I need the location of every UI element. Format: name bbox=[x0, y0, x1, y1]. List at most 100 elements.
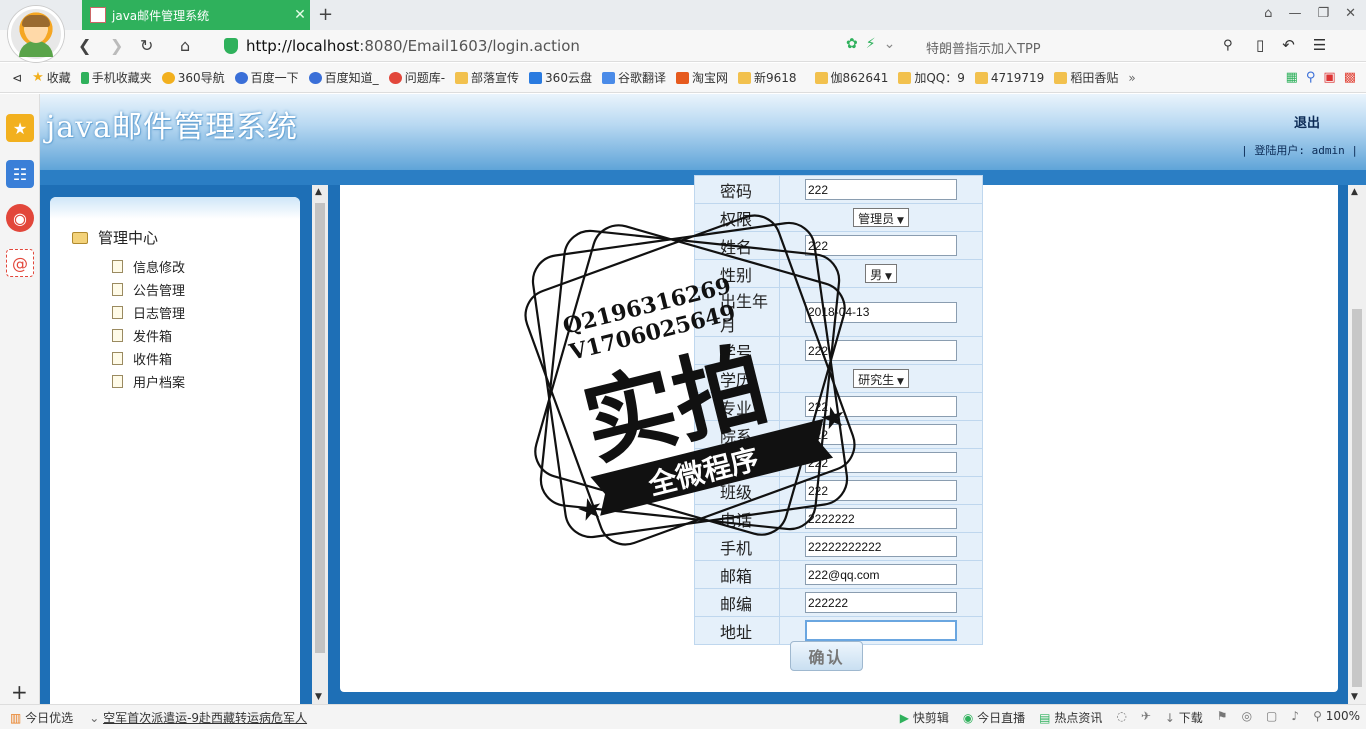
close-tab-icon[interactable]: ✕ bbox=[290, 7, 310, 23]
left-scrollbar[interactable]: ▲ ▼ bbox=[312, 185, 328, 704]
form-value-cell bbox=[779, 287, 983, 337]
search-input[interactable]: 特朗普指示加入TPP bbox=[926, 38, 1041, 57]
menu-item-outbox[interactable]: 发件箱 bbox=[112, 326, 172, 345]
form-row: 电话 bbox=[694, 504, 983, 533]
user-avatar[interactable] bbox=[8, 6, 64, 62]
mail-icon[interactable]: @ bbox=[6, 249, 34, 277]
menu-item-info-edit[interactable]: 信息修改 bbox=[112, 257, 185, 276]
flag-icon[interactable]: ⚑ bbox=[1217, 709, 1228, 726]
ie-icon[interactable]: ◎ bbox=[1242, 709, 1252, 726]
form-input[interactable] bbox=[805, 424, 957, 445]
tree-root-management[interactable]: 管理中心 bbox=[72, 227, 158, 248]
bookmark-item[interactable]: 谷歌翻译 bbox=[601, 69, 666, 86]
form-input[interactable] bbox=[805, 480, 957, 501]
form-input[interactable] bbox=[805, 592, 957, 613]
zoom-icon[interactable]: ⚲ bbox=[1306, 70, 1316, 85]
form-input[interactable] bbox=[805, 536, 957, 557]
apps-icon[interactable]: ▦ bbox=[1286, 70, 1298, 85]
today-picks[interactable]: ▥ 今日优选 bbox=[10, 709, 73, 726]
reload-icon[interactable]: ↻ bbox=[140, 36, 153, 55]
scroll-thumb[interactable] bbox=[315, 203, 325, 653]
menu-item-announcements[interactable]: 公告管理 bbox=[112, 280, 185, 299]
game-icon[interactable]: ▩ bbox=[1344, 70, 1356, 85]
minimize-icon[interactable]: — bbox=[1288, 6, 1301, 21]
menu-item-logs[interactable]: 日志管理 bbox=[112, 303, 185, 322]
favorites-star-icon[interactable]: ★ bbox=[6, 114, 34, 142]
form-select[interactable]: 管理员 ▼ bbox=[853, 208, 909, 227]
form-input[interactable] bbox=[805, 564, 957, 585]
accelerate-icon[interactable]: ◌ bbox=[1116, 709, 1126, 726]
scroll-down-icon[interactable]: ▼ bbox=[1351, 692, 1358, 702]
skin-icon[interactable]: ⌂ bbox=[1264, 6, 1272, 21]
form-select[interactable]: 男 ▼ bbox=[865, 264, 897, 283]
quick-edit[interactable]: ▶ 快剪辑 bbox=[900, 709, 949, 726]
form-input[interactable] bbox=[805, 301, 957, 323]
scroll-up-icon[interactable]: ▲ bbox=[315, 187, 322, 197]
url-field[interactable]: http://localhost:8080/Email1603/login.ac… bbox=[214, 33, 914, 59]
maximize-icon[interactable]: ❐ bbox=[1317, 6, 1329, 21]
form-input[interactable] bbox=[805, 340, 957, 361]
bookmark-favorites[interactable]: ★ 收藏 bbox=[32, 69, 71, 86]
undo-icon[interactable]: ↶ bbox=[1282, 36, 1295, 54]
document-icon bbox=[112, 260, 123, 273]
volume-icon[interactable]: ♪ bbox=[1291, 709, 1299, 726]
form-input[interactable] bbox=[805, 452, 957, 473]
reading-list-icon[interactable]: ☷ bbox=[6, 160, 34, 188]
bookmark-folder[interactable]: 伽862641 bbox=[814, 69, 888, 86]
search-icon[interactable]: ⚲ bbox=[1223, 38, 1233, 53]
dropdown-icon[interactable]: ⌄ bbox=[884, 36, 896, 52]
menu-item-inbox[interactable]: 收件箱 bbox=[112, 349, 172, 368]
bookmark-item[interactable]: 百度知道_ bbox=[308, 69, 379, 86]
window-icon[interactable]: ▢ bbox=[1266, 709, 1277, 726]
form-row: 出生年月 bbox=[694, 287, 983, 337]
zoom-level[interactable]: ⚲ 100% bbox=[1313, 709, 1360, 726]
speed-icon[interactable]: ✿ bbox=[846, 36, 858, 52]
add-sidebar-icon[interactable]: + bbox=[11, 680, 28, 704]
weibo-icon[interactable]: ◉ bbox=[6, 204, 34, 232]
screenshot-icon[interactable]: ▣ bbox=[1323, 70, 1335, 85]
bookmark-item[interactable]: 360导航 bbox=[161, 69, 225, 86]
forward-icon[interactable]: ❯ bbox=[110, 36, 123, 55]
live-today[interactable]: ◉ 今日直播 bbox=[963, 709, 1025, 726]
bookmark-item[interactable]: 百度一下 bbox=[234, 69, 299, 86]
form-select[interactable]: 研究生 ▼ bbox=[853, 369, 909, 388]
scroll-down-icon[interactable]: ▼ bbox=[315, 692, 322, 702]
form-input[interactable] bbox=[805, 508, 957, 529]
bookmark-folder[interactable]: 4719719 bbox=[974, 71, 1044, 85]
form-row: 权限 管理员 ▼ bbox=[694, 203, 983, 232]
browser-tab[interactable]: java邮件管理系统 ✕ bbox=[82, 0, 310, 30]
pin-icon[interactable]: ✈ bbox=[1141, 709, 1151, 726]
logout-link[interactable]: 退出 bbox=[1294, 112, 1320, 131]
confirm-button[interactable]: 确认 bbox=[790, 641, 863, 671]
menu-icon[interactable]: ☰ bbox=[1313, 36, 1326, 54]
scroll-thumb[interactable] bbox=[1352, 309, 1362, 687]
main-scrollbar[interactable]: ▲ ▼ bbox=[1348, 185, 1366, 704]
new-tab-icon[interactable]: + bbox=[318, 4, 333, 25]
bookmark-item[interactable]: 手机收藏夹 bbox=[80, 69, 152, 86]
more-bookmarks-icon[interactable]: » bbox=[1128, 71, 1135, 85]
bookmark-item[interactable]: 问题库- bbox=[388, 69, 445, 86]
menu-item-user-records[interactable]: 用户档案 bbox=[112, 372, 185, 391]
bookmark-folder[interactable]: 新9618 bbox=[737, 69, 797, 86]
form-input[interactable] bbox=[805, 396, 957, 417]
home-icon[interactable]: ⌂ bbox=[180, 36, 190, 55]
phone-icon[interactable]: ▯ bbox=[1256, 36, 1264, 54]
bookmark-folder[interactable]: 稻田香贴 bbox=[1054, 69, 1118, 86]
browser-tab-bar: java邮件管理系统 ✕ + ⌂ — ❐ ✕ bbox=[0, 0, 1366, 30]
bookmark-folder[interactable]: 部落宣传 bbox=[455, 69, 519, 86]
form-input[interactable] bbox=[805, 235, 957, 256]
bookmark-item[interactable]: 淘宝网 bbox=[675, 69, 728, 86]
lightning-icon[interactable]: ⚡ bbox=[866, 36, 876, 52]
news-ticker[interactable]: ⌄ 空军首次派遣运-9赴西藏转运病危军人 bbox=[89, 709, 307, 726]
close-window-icon[interactable]: ✕ bbox=[1345, 6, 1356, 21]
hot-news[interactable]: ▤ 热点资讯 bbox=[1039, 709, 1102, 726]
form-input[interactable] bbox=[805, 620, 957, 641]
bookmark-item[interactable]: 360云盘 bbox=[529, 69, 592, 86]
sidebar-toggle-icon[interactable]: ⊲ bbox=[12, 71, 22, 85]
download[interactable]: ↓ 下载 bbox=[1165, 709, 1203, 726]
document-icon bbox=[112, 352, 123, 365]
form-input[interactable] bbox=[805, 179, 957, 200]
scroll-up-icon[interactable]: ▲ bbox=[1351, 187, 1358, 197]
back-icon[interactable]: ❮ bbox=[78, 36, 91, 55]
bookmark-folder[interactable]: 加QQ：9 bbox=[898, 69, 965, 86]
